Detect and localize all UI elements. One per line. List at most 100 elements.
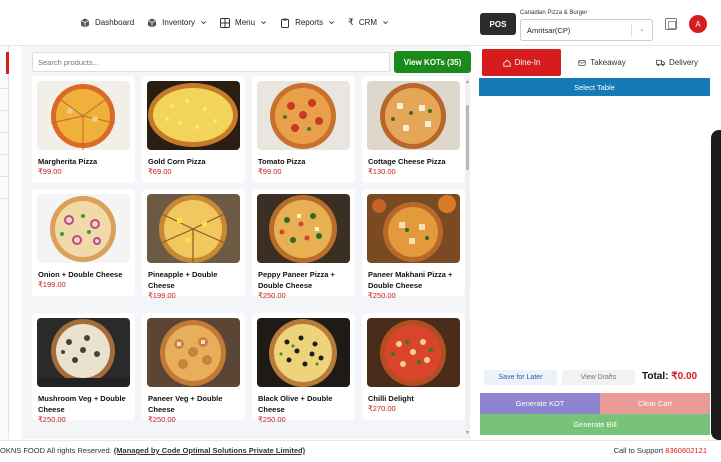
product-name: Pineapple + Double Cheese <box>148 270 218 290</box>
product-card[interactable]: Tomato Pizza ₹99.00 <box>252 76 355 183</box>
product-card[interactable]: Cottage Cheese Pizza ₹130.00 <box>362 76 465 183</box>
select-table-button[interactable]: Select Table <box>479 78 710 96</box>
tab-label: Delivery <box>669 58 698 67</box>
tab-delivery[interactable]: Delivery <box>644 49 710 76</box>
pizza-image <box>147 81 240 150</box>
product-card[interactable]: Margherita Pizza ₹99.00 <box>32 76 135 183</box>
tab-dine-in[interactable]: Dine-In <box>482 49 561 76</box>
clipboard-icon <box>281 18 290 28</box>
generate-kot-button[interactable]: Generate KOT <box>480 393 600 414</box>
search-input[interactable]: Search products... <box>32 52 390 72</box>
divider <box>0 176 8 177</box>
product-name: Chilli Delight <box>368 394 414 403</box>
nav-menu[interactable]: Menu <box>220 17 267 28</box>
managed-by-link[interactable]: (Managed by Code Optimal Solutions Priva… <box>114 446 305 455</box>
chevron-down-icon: ⌄ <box>639 26 645 33</box>
product-price: ₹250.00 <box>258 291 286 300</box>
view-drafts-button[interactable]: View Drafts <box>562 370 635 385</box>
order-total: Total: ₹0.00 <box>642 371 697 382</box>
support-phone[interactable]: 8360602121 <box>665 446 707 455</box>
cube-icon <box>147 18 157 27</box>
avatar[interactable]: A <box>689 15 707 33</box>
product-name: Tomato Pizza <box>258 157 306 166</box>
divider <box>0 110 8 111</box>
pizza-image <box>37 318 130 387</box>
product-name: Paneer Veg + Double Cheese <box>148 394 223 414</box>
view-kots-button[interactable]: View KOTs (35) <box>394 51 471 73</box>
chevron-down-icon <box>261 21 266 25</box>
nav-label: Inventory <box>162 18 196 27</box>
pos-button[interactable]: POS <box>480 13 516 35</box>
nav-reports[interactable]: Reports <box>280 18 335 28</box>
pizza-image <box>37 194 130 263</box>
top-navbar: Dashboard Inventory Menu Reports ₹ CRM P… <box>0 0 721 46</box>
footer-copyright: OKNS FOOD All rights Reserved. (Managed … <box>0 446 305 455</box>
pizza-image <box>367 318 460 387</box>
product-price: ₹130.00 <box>368 167 396 176</box>
nav-crm[interactable]: ₹ CRM <box>348 17 389 28</box>
branch-value: Amritsar(CP) <box>527 26 571 35</box>
product-name: Gold Corn Pizza <box>148 157 206 166</box>
product-card[interactable]: Mushroom Veg + Double Cheese ₹250.00 <box>32 313 135 424</box>
divider <box>0 154 8 155</box>
nav-label: Dashboard <box>95 18 135 27</box>
chevron-down-icon <box>383 21 388 25</box>
product-price: ₹250.00 <box>148 415 176 424</box>
pizza-image <box>37 81 130 150</box>
nav-dashboard[interactable]: Dashboard <box>80 18 134 28</box>
scroll-up-arrow-icon[interactable]: ▲ <box>465 79 470 85</box>
pizza-image <box>367 194 460 263</box>
nav-label: Reports <box>295 18 324 27</box>
product-card[interactable]: Black Olive + Double Cheese ₹250.00 <box>252 313 355 424</box>
pizza-image <box>147 194 240 263</box>
chevron-down-icon <box>329 21 334 25</box>
scroll-down-arrow-icon[interactable]: ▼ <box>465 430 470 436</box>
product-price: ₹250.00 <box>368 291 396 300</box>
product-card[interactable]: Paneer Veg + Double Cheese ₹250.00 <box>142 313 245 424</box>
product-name: Margherita Pizza <box>38 157 98 166</box>
order-items-area <box>479 96 710 366</box>
product-card[interactable]: Paneer Makhani Pizza + Double Cheese ₹25… <box>362 189 465 300</box>
product-price: ₹250.00 <box>38 415 66 424</box>
products-scrollbar[interactable] <box>465 78 470 438</box>
save-for-later-button[interactable]: Save for Later <box>484 370 557 385</box>
product-card[interactable]: Onion + Double Cheese ₹199.00 <box>32 189 135 296</box>
footer-rights: OKNS FOOD All rights Reserved. <box>0 446 112 455</box>
branch-select[interactable]: Amritsar(CP) ⌄ <box>520 19 653 41</box>
rupee-icon: ₹ <box>348 17 354 27</box>
grid-menu-icon <box>220 17 231 28</box>
product-card[interactable]: Pineapple + Double Cheese ₹199.00 <box>142 189 245 300</box>
product-card[interactable]: Chilli Delight ₹270.00 <box>362 313 465 420</box>
cube-icon <box>80 18 90 27</box>
total-amount: ₹0.00 <box>671 371 698 382</box>
product-price: ₹250.00 <box>258 415 286 424</box>
footer: OKNS FOOD All rights Reserved. (Managed … <box>0 440 721 462</box>
scrollbar-thumb[interactable] <box>466 105 469 170</box>
divider <box>0 88 8 89</box>
pizza-image <box>367 81 460 150</box>
product-name: Mushroom Veg + Double Cheese <box>38 394 126 414</box>
truck-icon <box>656 59 666 67</box>
product-card[interactable]: Gold Corn Pizza ₹69.00 <box>142 76 245 183</box>
nav-label: CRM <box>358 18 378 27</box>
home-icon <box>502 59 511 67</box>
clear-cart-button[interactable]: Clear Cart <box>600 393 710 414</box>
nav-inventory[interactable]: Inventory <box>147 18 207 28</box>
order-type-tabs: Dine-In Takeaway Delivery <box>479 49 710 76</box>
divider <box>0 198 8 199</box>
generate-bill-button[interactable]: Generate Bill <box>480 414 710 435</box>
device-bezel <box>711 130 721 440</box>
product-name: Black Olive + Double Cheese <box>258 394 333 414</box>
fullscreen-icon[interactable] <box>665 18 677 30</box>
product-price: ₹199.00 <box>148 291 176 300</box>
active-indicator <box>6 52 9 74</box>
product-price: ₹99.00 <box>258 167 282 176</box>
product-name: Onion + Double Cheese <box>38 270 123 279</box>
product-name: Peppy Paneer Pizza + Double Cheese <box>258 270 335 290</box>
pizza-image <box>257 194 350 263</box>
pizza-image <box>257 81 350 150</box>
product-card[interactable]: Peppy Paneer Pizza + Double Cheese ₹250.… <box>252 189 355 300</box>
nav-label: Menu <box>235 18 256 27</box>
product-name: Cottage Cheese Pizza <box>368 157 446 166</box>
tab-takeaway[interactable]: Takeaway <box>567 49 637 76</box>
